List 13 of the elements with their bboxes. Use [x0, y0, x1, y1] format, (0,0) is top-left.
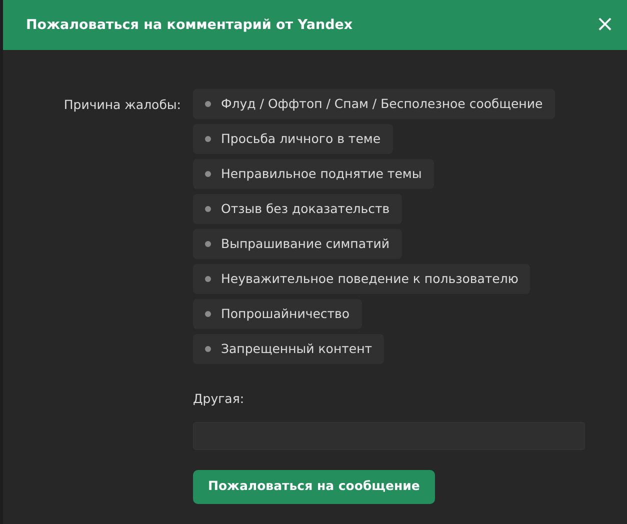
close-button[interactable]: × — [595, 15, 615, 35]
reason-option[interactable]: Выпрашивание симпатий — [193, 229, 402, 259]
reason-option[interactable]: Неправильное поднятие темы — [193, 159, 434, 189]
reason-option[interactable]: Отзыв без доказательств — [193, 194, 402, 224]
reason-option[interactable]: Неуважительное поведение к пользователю — [193, 264, 530, 294]
other-label: Другая: — [193, 390, 244, 408]
reason-label: Причина жалобы: — [64, 96, 181, 114]
reason-option[interactable]: Запрещенный контент — [193, 334, 384, 364]
dialog-title: Пожаловаться на комментарий от Yandex — [26, 16, 353, 35]
submit-button[interactable]: Пожаловаться на сообщение — [193, 470, 435, 504]
reason-option[interactable]: Просьба личного в теме — [193, 124, 393, 154]
reason-option[interactable]: Флуд / Оффтоп / Спам / Бесполезное сообщение — [193, 89, 555, 119]
reason-option[interactable]: Попрошайничество — [193, 299, 362, 329]
